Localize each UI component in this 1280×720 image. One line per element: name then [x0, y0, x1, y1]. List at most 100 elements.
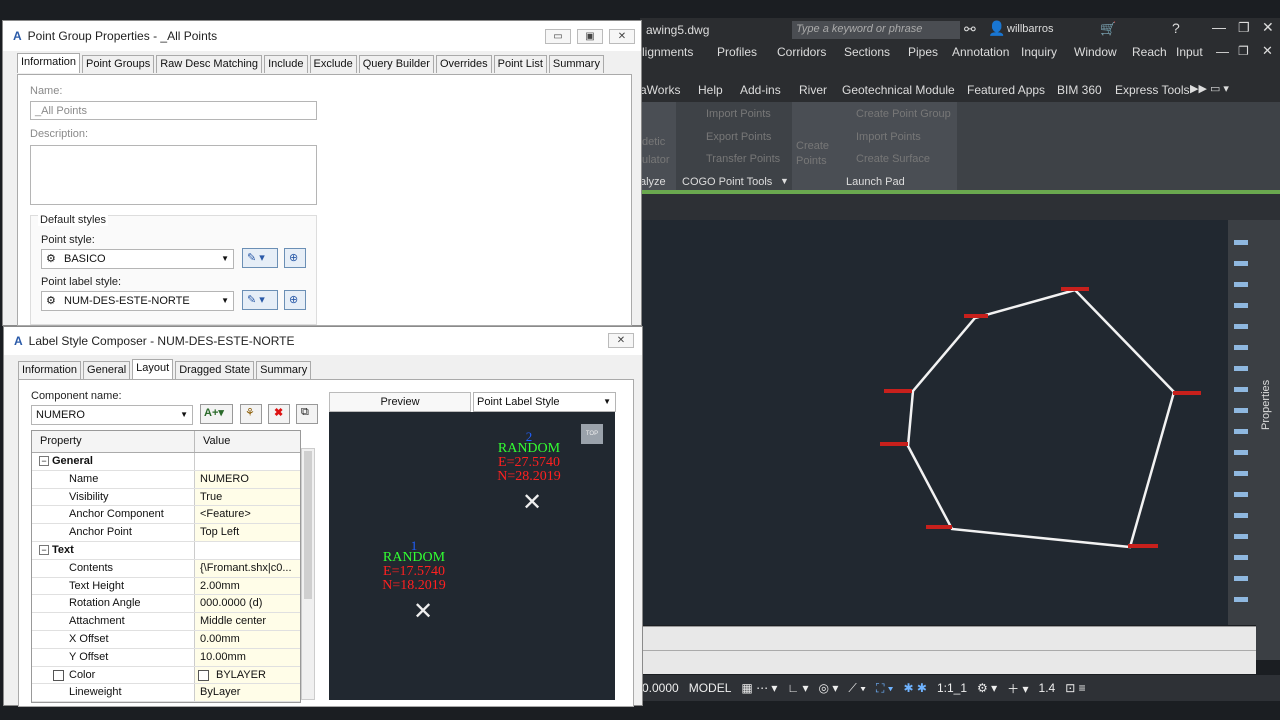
grid-icon[interactable]: ▦ ⋯ ▾ [741, 681, 777, 695]
value-contents[interactable]: {\Fromant.shx|c0... [195, 559, 300, 577]
value-color-cell[interactable]: BYLAYER [195, 666, 300, 684]
menu-item[interactable]: Inquiry [1021, 45, 1057, 59]
cogo-label[interactable]: COGO Point Tools [682, 176, 772, 188]
grid-row[interactable]: Anchor Point Top Left [32, 524, 300, 542]
create-point-group[interactable]: Create Point Group [856, 108, 951, 120]
close-icon[interactable]: ✕ [1262, 43, 1273, 59]
tab-summary[interactable]: Summary [548, 55, 604, 73]
preview-label-style-button[interactable]: ⊕ [284, 290, 306, 310]
transfer-points[interactable]: Transfer Points [706, 153, 780, 165]
properties-tab[interactable]: Properties [1256, 220, 1280, 660]
value-visibility[interactable]: True [195, 488, 300, 506]
binoculars-icon[interactable]: ⚯ [964, 21, 976, 38]
grid-row[interactable]: Name NUMERO [32, 470, 300, 489]
ribbon-tab[interactable]: Express Tools [1115, 83, 1189, 97]
gear-icon[interactable]: ⚙ ▾ [977, 681, 997, 695]
menu-item[interactable]: Profiles [717, 45, 757, 59]
preview-pane[interactable]: TOP 2 RANDOM E=27.5740 N=28.2019 ✕ 1 RAN… [329, 412, 615, 700]
component-name-select[interactable]: NUMERO ▼ [31, 405, 193, 425]
draw-order-button[interactable]: ⧉ [296, 404, 318, 424]
collapse-icon[interactable]: − [39, 544, 49, 555]
command-line[interactable] [640, 650, 1256, 674]
point-label-style-select[interactable]: ⚙ NUM-DES-ESTE-NORTE ▼ [41, 291, 234, 311]
tab-summary[interactable]: Summary [256, 361, 312, 379]
menu-item[interactable]: Annotation [952, 45, 1009, 59]
tab-information[interactable]: Information [17, 53, 81, 73]
restore-icon[interactable]: ❐ [1238, 20, 1250, 36]
edit-style-button[interactable]: ✎ ▾ [242, 248, 278, 268]
analyze-label[interactable]: alyze [640, 176, 666, 188]
value-attachment[interactable]: Middle center [195, 613, 300, 630]
tab-layout[interactable]: Layout [132, 359, 174, 379]
grid-category[interactable]: − Text [32, 541, 300, 560]
grid-scrollbar[interactable] [301, 448, 315, 700]
grid-row[interactable]: Rotation Angle 000.0000 (d) [32, 595, 300, 614]
grid-row[interactable]: Color BYLAYER [32, 666, 300, 685]
close-icon[interactable]: ✕ [1262, 19, 1274, 36]
properties-label[interactable]: Properties [1260, 380, 1272, 430]
tab-raw-desc[interactable]: Raw Desc Matching [156, 55, 263, 73]
grid-row[interactable]: Lineweight ByLayer [32, 684, 300, 703]
grid-row[interactable]: Y Offset 10.00mm [32, 648, 300, 667]
model-button[interactable]: MODEL [689, 681, 732, 695]
grid-category[interactable]: − General [32, 453, 300, 471]
maximize-button[interactable]: ▣ [577, 29, 603, 44]
tab-information[interactable]: Information [18, 361, 82, 379]
chevron-down-icon[interactable]: ▼ [780, 176, 789, 186]
value-x-offset[interactable]: 0.00mm [195, 630, 300, 648]
ribbon-tab[interactable]: River [799, 83, 827, 97]
edit-label-style-button[interactable]: ✎ ▾ [242, 290, 278, 310]
menu-item[interactable]: Window [1074, 45, 1117, 59]
tab-point-list[interactable]: Point List [493, 55, 547, 73]
value-name[interactable]: NUMERO [195, 470, 300, 488]
description-field[interactable] [30, 145, 317, 205]
tab-exclude[interactable]: Exclude [309, 55, 357, 73]
restore-icon[interactable]: ❐ [1238, 44, 1249, 58]
grid-row[interactable]: Visibility True [32, 488, 300, 507]
checkbox[interactable] [53, 669, 64, 681]
grid-row[interactable]: Attachment Middle center [32, 613, 300, 631]
search-input[interactable]: Type a keyword or phrase [792, 21, 960, 39]
ribbon-tab[interactable]: Help [698, 83, 723, 97]
create-points-1[interactable]: Create [796, 140, 829, 152]
grid-row[interactable]: Text Height 2.00mm [32, 577, 300, 596]
delete-component-button[interactable]: ✖ [268, 404, 290, 424]
annotation-icon[interactable]: ⛶ ▾ [876, 681, 894, 696]
drawing-canvas[interactable] [640, 220, 1230, 625]
value-anchor-point[interactable]: Top Left [195, 524, 300, 541]
value-y-offset[interactable]: 10.00mm [195, 648, 300, 666]
palette-icons[interactable] [1234, 232, 1248, 612]
plus-icon[interactable]: ＋ ▾ [1007, 680, 1028, 697]
username[interactable]: willbarros [1007, 23, 1053, 35]
create-points-2[interactable]: Points [796, 155, 827, 167]
ortho-icon[interactable]: ∟ ▾ [787, 681, 808, 695]
value-lineweight[interactable]: ByLayer [195, 684, 300, 702]
close-button[interactable]: ✕ [609, 29, 635, 44]
grid-row[interactable]: X Offset 0.00mm [32, 630, 300, 649]
value-text-height[interactable]: 2.00mm [195, 577, 300, 595]
collapse-icon[interactable]: − [39, 456, 49, 466]
close-button[interactable]: ✕ [608, 333, 634, 348]
ribbon-tab[interactable]: BIM 360 [1057, 83, 1102, 97]
grid-row[interactable]: Anchor Component <Feature> [32, 506, 300, 525]
menu-item[interactable]: Corridors [777, 45, 826, 59]
tab-overrides[interactable]: Overrides [435, 55, 492, 73]
grid-row[interactable]: Contents {\Fromant.shx|c0... [32, 559, 300, 578]
minimize-icon[interactable]: — [1216, 44, 1229, 59]
preview-style-button[interactable]: ⊕ [284, 248, 306, 268]
tab-general[interactable]: General [83, 361, 131, 379]
more-tabs-icon[interactable]: ▶▶ ▭ ▾ [1190, 82, 1229, 95]
menu-item[interactable]: Sections [844, 45, 890, 59]
ribbon-tab[interactable]: Add-ins [740, 83, 781, 97]
ribbon-tab[interactable]: Geotechnical Module [842, 83, 955, 97]
tab-include[interactable]: Include [264, 55, 308, 73]
name-field[interactable]: _All Points [30, 101, 317, 120]
value-anchor-component[interactable]: <Feature> [195, 506, 300, 524]
help-icon[interactable]: ? [1172, 20, 1180, 36]
point-style-select[interactable]: ⚙ BASICO ▼ [41, 249, 234, 269]
minimize-icon[interactable]: — [1212, 19, 1226, 35]
tab-dragged-state[interactable]: Dragged State [175, 361, 255, 379]
menu-item[interactable]: lignments [642, 45, 693, 59]
scale-value[interactable]: 1:1_1 [937, 681, 967, 695]
osnap-icon[interactable]: ⟋ ▾ [848, 681, 866, 696]
